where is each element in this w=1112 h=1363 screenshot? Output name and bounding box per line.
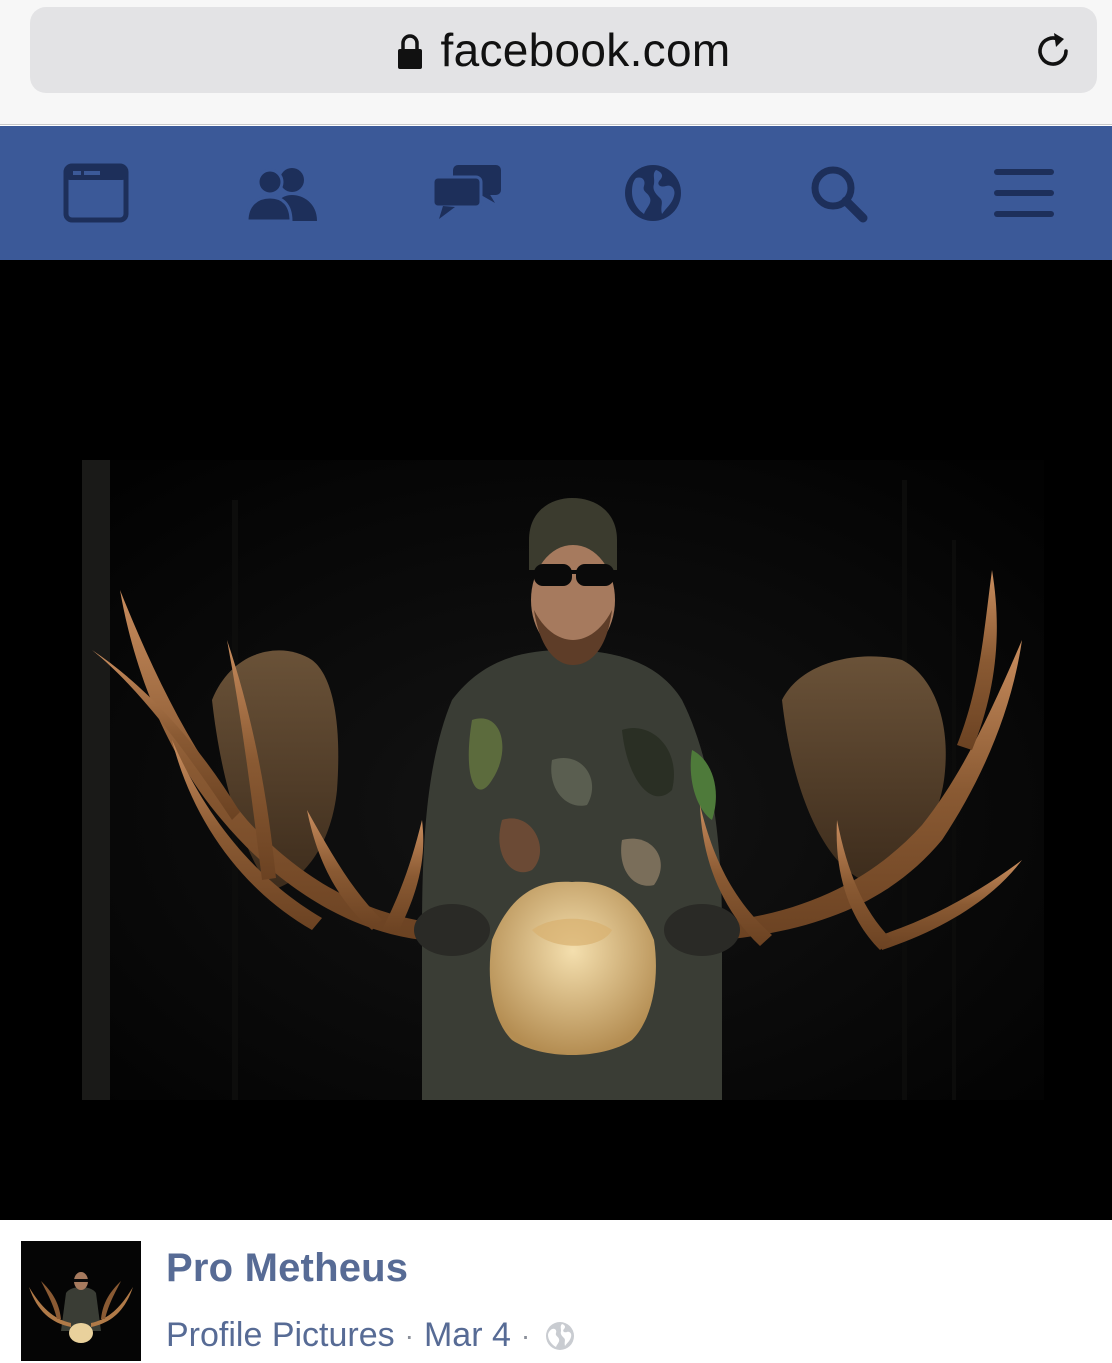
search-button[interactable] — [800, 155, 876, 231]
friend-requests-button[interactable] — [244, 155, 320, 231]
lock-icon — [397, 34, 422, 69]
menu-icon — [993, 169, 1054, 217]
menu-button[interactable] — [986, 155, 1062, 231]
post-photo[interactable] — [82, 460, 1044, 1100]
url-text: facebook.com — [440, 24, 731, 76]
notifications-globe-icon — [624, 165, 681, 221]
messages-button[interactable] — [429, 155, 505, 231]
post-footer: Pro Metheus Profile Pictures · Mar 4 · — [0, 1220, 1112, 1363]
news-feed-button[interactable] — [58, 155, 134, 231]
facebook-nav-bar — [0, 126, 1112, 260]
browser-toolbar: facebook.com — [0, 0, 1112, 125]
album-link[interactable]: Profile Pictures — [166, 1316, 395, 1355]
photo-viewer[interactable] — [0, 260, 1112, 1220]
search-icon — [811, 166, 868, 223]
reload-icon[interactable] — [1031, 29, 1075, 73]
post-date[interactable]: Mar 4 — [424, 1316, 511, 1355]
messages-icon — [431, 165, 502, 219]
notifications-button[interactable] — [615, 155, 691, 231]
globe-icon — [546, 1321, 575, 1350]
meta-separator: · — [404, 1319, 414, 1351]
friend-requests-icon — [245, 168, 317, 223]
post-meta: Profile Pictures · Mar 4 · — [166, 1316, 576, 1355]
poster-name-link[interactable]: Pro Metheus — [166, 1246, 408, 1291]
news-feed-icon — [63, 163, 129, 223]
avatar[interactable] — [21, 1241, 141, 1361]
address-bar[interactable]: facebook.com — [30, 7, 1097, 93]
meta-separator: · — [520, 1319, 531, 1351]
profile-thumbnail-image — [21, 1241, 141, 1361]
hunter-with-moose-antlers-image — [82, 460, 1044, 1100]
